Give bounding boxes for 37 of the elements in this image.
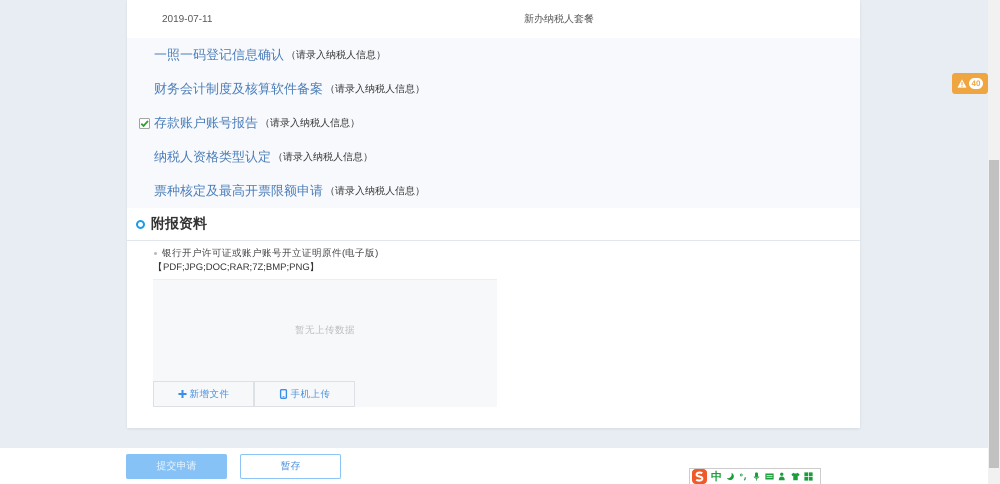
save-button[interactable]: 暂存 [240,454,341,478]
warning-count: 40 [968,78,984,89]
file-requirement-text: 银行开户许可证或账户账号开立证明原件(电子版) [162,247,378,260]
keyboard-icon[interactable] [765,472,774,481]
date-text: 2019-07-11 [162,14,214,24]
ime-mode-text[interactable]: 中 [711,469,722,484]
item-link[interactable]: 存款账户账号报告 [154,114,258,132]
person-icon[interactable] [778,472,787,481]
phone-icon [278,389,288,399]
item-hint: （请录入纳税人信息） [286,48,386,62]
item-hint: （请录入纳税人信息） [273,150,373,164]
checkbox[interactable] [139,118,150,128]
section-dot-icon [136,220,145,228]
grid-icon[interactable] [804,472,813,481]
add-file-button[interactable]: 新增文件 [153,381,254,407]
mobile-upload-button[interactable]: 手机上传 [254,381,355,407]
item-hint: （请录入纳税人信息） [260,116,360,130]
empty-text: 暂无上传数据 [295,324,355,337]
item-link[interactable]: 纳税人资格类型认定 [154,148,271,166]
item-link[interactable]: 财务会计制度及核算软件备案 [154,80,323,98]
item-link[interactable]: 票种核定及最高开票限额申请 [154,182,323,200]
item-hint: （请录入纳税人信息） [325,82,425,96]
item-link[interactable]: 一照一码登记信息确认 [154,46,284,64]
plus-icon [178,389,186,399]
scrollbar[interactable] [988,0,1000,484]
warning-icon [956,79,967,88]
shirt-icon[interactable] [791,472,800,481]
package-text: 新办纳税人套餐 [524,12,594,26]
warning-badge[interactable]: 40 [952,73,988,94]
microphone-icon[interactable] [752,472,761,481]
item-hint: （请录入纳税人信息） [325,184,425,198]
bullet-icon [154,252,157,255]
ime-logo-icon[interactable] [692,469,707,484]
scrollbar-thumb[interactable] [989,160,999,468]
section-title: 附报资料 [151,215,207,233]
moon-icon[interactable] [726,472,735,481]
punctuation-icon[interactable] [739,472,748,481]
